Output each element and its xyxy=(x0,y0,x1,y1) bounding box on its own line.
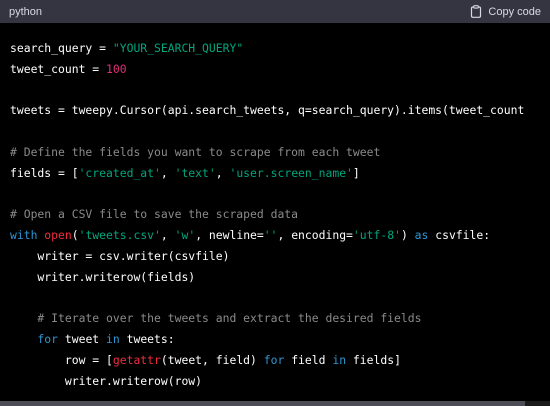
code-token: tweets = tweepy.Cursor(api.search_tweets… xyxy=(10,103,525,118)
code-token: 'created_at' xyxy=(78,165,161,180)
code-line: writer.writerow(row) xyxy=(10,371,524,392)
code-token: "YOUR_SEARCH_QUERY" xyxy=(112,41,244,55)
code-token: as xyxy=(414,228,429,243)
code-token: for xyxy=(10,332,59,347)
code-token: , xyxy=(215,165,230,180)
code-token: in xyxy=(106,332,120,347)
code-token: , newline= xyxy=(195,228,264,243)
code-token: 100 xyxy=(106,61,127,76)
code-block: python Copy code search_query = "YOUR_SE… xyxy=(0,0,550,406)
code-line: fields = ['created_at', 'text', 'user.sc… xyxy=(10,163,524,184)
code-token: tweets: xyxy=(119,332,175,347)
code-token: in xyxy=(332,352,347,367)
code-token: (tweet, field) xyxy=(160,352,264,367)
code-token: 'w' xyxy=(174,228,196,243)
code-token: # Define the fields you want to scrape f… xyxy=(10,144,381,159)
code-token: # Open a CSV file to save the scraped da… xyxy=(10,207,299,222)
code-token: , xyxy=(160,165,175,180)
code-token: 'text' xyxy=(174,165,216,180)
code-token: csvfile: xyxy=(428,228,491,243)
code-token: fields = [ xyxy=(10,165,79,180)
code-token: ( xyxy=(71,228,79,243)
language-label: python xyxy=(9,5,43,18)
code-line: search_query = "YOUR_SEARCH_QUERY" xyxy=(10,38,524,59)
copy-code-label: Copy code xyxy=(488,5,541,18)
copy-code-button[interactable]: Copy code xyxy=(470,5,550,18)
code-token: writer.writerow(fields) xyxy=(10,269,196,284)
code-line: # Open a CSV file to save the scraped da… xyxy=(10,204,524,225)
code-token: fields] xyxy=(346,352,401,367)
code-token: writer.writerow(row) xyxy=(10,373,203,388)
code-line: tweet_count = 100 xyxy=(10,59,524,80)
code-token: search_query = xyxy=(10,41,113,55)
code-token: writer = csv.writer(csvfile) xyxy=(10,248,230,263)
code-block-header: python Copy code xyxy=(0,0,550,23)
code-token: ) xyxy=(400,228,415,243)
code-token: tweet xyxy=(58,332,107,347)
code-area[interactable]: search_query = "YOUR_SEARCH_QUERY" tweet_… xyxy=(10,38,524,392)
code-token: row = [ xyxy=(10,352,113,367)
code-token: tweet_count = xyxy=(10,61,107,76)
code-line: writer = csv.writer(csvfile) xyxy=(10,246,524,267)
code-token: with xyxy=(10,228,45,243)
code-token: getattr xyxy=(112,352,161,367)
code-line: # Iterate over the tweets and extract th… xyxy=(10,308,524,329)
code-token: , xyxy=(160,228,175,243)
code-token: 'tweets.csv' xyxy=(78,228,161,243)
horizontal-scrollbar[interactable] xyxy=(0,401,550,406)
code-line: with open('tweets.csv', 'w', newline='',… xyxy=(10,225,524,246)
code-token: '' xyxy=(263,228,278,243)
clipboard-icon xyxy=(470,5,482,18)
code-token: open xyxy=(44,228,72,243)
code-token: 'user.screen_name' xyxy=(229,165,353,180)
code-line: writer.writerow(fields) xyxy=(10,267,524,288)
code-token: field xyxy=(284,352,333,367)
code-token: for xyxy=(263,352,285,367)
code-token: ] xyxy=(352,165,360,180)
code-token: , encoding= xyxy=(277,228,353,243)
code-token: # Iterate over the tweets and extract th… xyxy=(10,311,422,326)
code-line: tweets = tweepy.Cursor(api.search_tweets… xyxy=(10,100,524,121)
horizontal-scrollbar-thumb[interactable] xyxy=(0,401,525,406)
code-line: row = [getattr(tweet, field) for field i… xyxy=(10,350,524,371)
code-line: for tweet in tweets: xyxy=(10,329,524,350)
code-token: 'utf-8' xyxy=(352,228,401,243)
code-line: # Define the fields you want to scrape f… xyxy=(10,142,524,163)
